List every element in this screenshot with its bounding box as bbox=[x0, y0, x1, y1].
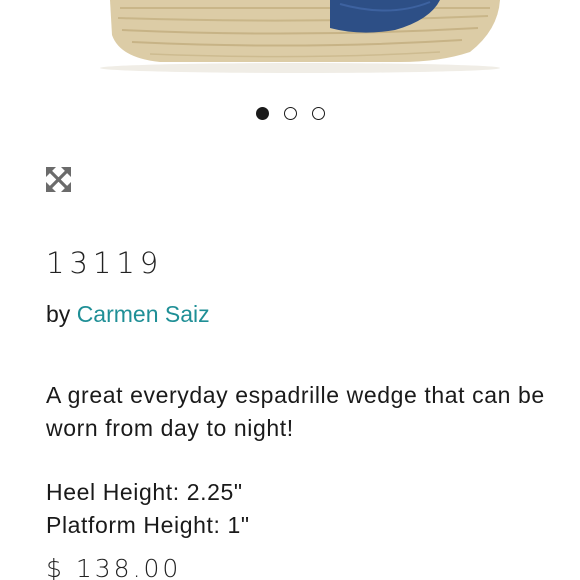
product-price: $ 138.00 bbox=[46, 554, 182, 580]
carousel-dot[interactable] bbox=[311, 107, 325, 120]
carousel-dot[interactable] bbox=[283, 107, 297, 120]
brand-link[interactable]: Carmen Saiz bbox=[77, 301, 210, 327]
carousel-dots bbox=[0, 107, 580, 120]
platform-height: Platform Height: 1" bbox=[46, 512, 250, 538]
product-description: A great everyday espadrille wedge that c… bbox=[46, 382, 545, 441]
product-detail-page: 13119 by Carmen Saiz A great everyday es… bbox=[0, 0, 580, 580]
by-prefix: by bbox=[46, 301, 71, 327]
product-specs: Heel Height: 2.25" Platform Height: 1" bbox=[46, 476, 250, 542]
expand-arrows-icon[interactable] bbox=[45, 166, 72, 193]
espadrille-image bbox=[100, 0, 500, 73]
carousel-dot[interactable] bbox=[255, 107, 269, 120]
heel-height: Heel Height: 2.25" bbox=[46, 479, 243, 505]
product-title: 13119 bbox=[46, 246, 164, 280]
byline: by Carmen Saiz bbox=[46, 301, 210, 328]
product-image[interactable] bbox=[0, 0, 580, 95]
